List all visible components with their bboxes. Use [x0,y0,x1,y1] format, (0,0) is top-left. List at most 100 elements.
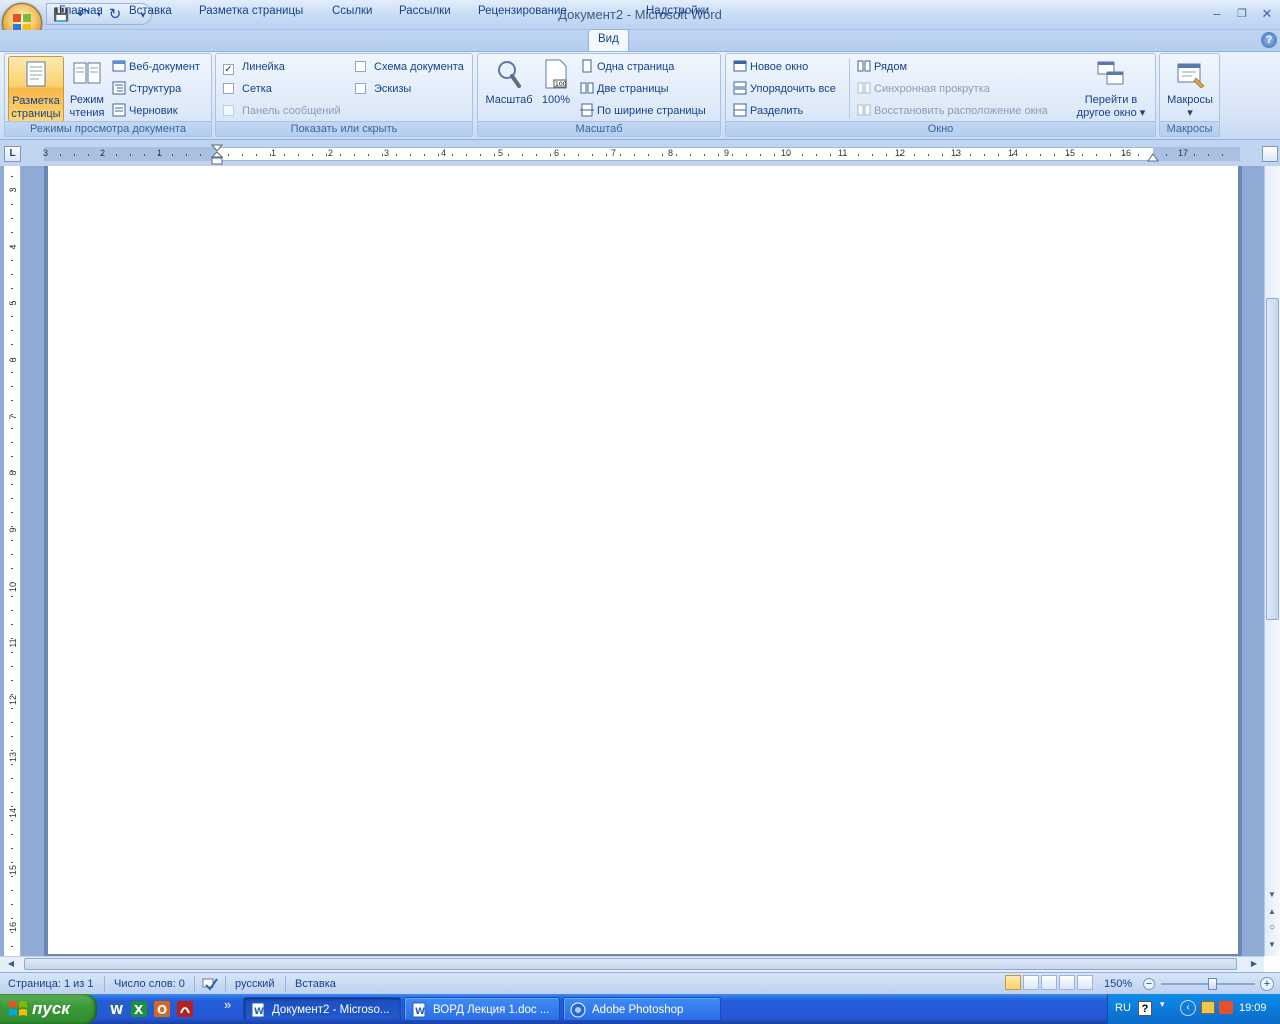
group-window: Новое окно Упорядочить все Разделить Ряд… [725,53,1156,137]
show-hidden-icons-icon[interactable]: ‹ [1180,1000,1196,1016]
tab-references[interactable]: Ссылки [323,2,382,22]
reading-mode-button[interactable]: Режим чтения [65,56,109,122]
horizontal-ruler[interactable] [44,147,1240,161]
new-window-button[interactable]: Новое окно [733,58,808,76]
ruler-tick [872,154,873,156]
ruler-tick [144,154,145,156]
vertical-ruler[interactable] [4,166,21,956]
web-layout-button[interactable]: Веб-документ [112,58,200,76]
reset-window-position-label: Восстановить расположение окна [874,105,1048,117]
page-width-button[interactable]: По ширине страницы [580,102,706,120]
tab-addins[interactable]: Надстройки [637,2,718,22]
ruler-tick [648,154,649,156]
clock[interactable]: 19:09 [1239,1002,1267,1014]
doc-map-checkbox[interactable]: Схема документа [355,58,464,76]
scroll-down-arrow-icon[interactable]: ▼ [1265,890,1279,899]
word-launch-icon[interactable]: W [107,1000,125,1018]
zoom-level[interactable]: 150% [1104,976,1132,992]
page-layout-button[interactable]: Разметка страницы [8,56,64,122]
taskbar-item-word-doc2[interactable]: W Документ2 - Microso... [243,997,401,1021]
zoom-button[interactable]: Масштаб [481,56,537,122]
spelling-check-icon[interactable] [201,976,219,992]
zoom-out-button[interactable]: − [1143,978,1155,990]
svg-text:100: 100 [555,81,567,88]
outlook-launch-icon[interactable]: O [153,1000,171,1018]
right-indent-marker-icon[interactable] [1147,150,1159,162]
side-by-side-button[interactable]: Рядом [857,58,907,76]
ruler-tick [284,154,285,156]
language-bar[interactable]: RU [1115,1002,1131,1014]
insert-mode-indicator[interactable]: Вставка [295,976,336,992]
folder-tray-icon[interactable] [1201,1001,1215,1014]
tab-insert[interactable]: Вставка [120,2,181,22]
draft-icon [112,103,126,117]
draft-button[interactable]: Черновик [112,102,178,120]
ruler-tick [1110,154,1111,156]
help-tray-icon[interactable]: ? [1138,1001,1152,1016]
split-button[interactable]: Разделить [733,102,803,120]
word-count[interactable]: Число слов: 0 [114,976,185,992]
indent-marker-icon[interactable] [211,144,223,166]
new-window-label: Новое окно [750,61,809,73]
tab-view[interactable]: Вид [588,29,629,52]
tab-home[interactable]: Главная [50,2,112,22]
browse-object-icon[interactable]: ○ [1265,922,1279,933]
zoom-in-button[interactable]: + [1260,977,1274,991]
network-tray-icon[interactable]: ▾ [1160,999,1165,1010]
close-button[interactable]: ✕ [1256,5,1278,23]
next-page-icon[interactable]: ▼ [1265,940,1279,949]
taskbar-item-label: Документ2 - Microso... [272,1004,390,1016]
tab-selector[interactable]: L [4,146,21,162]
acrobat-launch-icon[interactable] [176,1000,194,1018]
ruler-tick [1054,154,1055,156]
tab-page-layout[interactable]: Разметка страницы [190,2,312,22]
arrange-all-button[interactable]: Упорядочить все [733,80,836,98]
excel-launch-icon[interactable]: X [130,1000,148,1018]
view-print-layout-button[interactable] [1005,975,1021,990]
macros-button[interactable]: Макросы ▾ [1162,56,1218,122]
view-outline-button[interactable] [1059,975,1075,990]
switch-window-button[interactable]: Перейти в другое окно ▾ [1071,56,1151,122]
taskbar-item-photoshop[interactable]: Adobe Photoshop [563,997,721,1021]
ruler-number: 2 [100,148,106,158]
outline-button[interactable]: Структура [112,80,181,98]
ruler-tick [662,154,663,156]
view-ruler-button[interactable] [1262,146,1278,162]
two-pages-button[interactable]: Две страницы [580,80,669,98]
document-page[interactable] [48,166,1238,954]
horizontal-scroll-thumb[interactable] [24,958,1237,970]
zoom-slider-thumb[interactable] [1208,978,1217,990]
ruler-tick [158,154,159,156]
reading-mode-label: Режим чтения [69,94,105,119]
vertical-scroll-thumb[interactable] [1266,298,1279,620]
zoom-100-button[interactable]: 100 100% [538,56,574,122]
scroll-left-arrow-icon[interactable]: ◀ [4,959,18,968]
maximize-button[interactable]: ❐ [1231,5,1253,23]
view-full-screen-reading-button[interactable] [1023,975,1039,990]
one-page-button[interactable]: Одна страница [580,58,674,76]
view-web-layout-button[interactable] [1041,975,1057,990]
grid-checkbox[interactable]: Сетка [223,80,272,98]
macros-icon [1177,63,1205,89]
help-button[interactable]: ? [1261,32,1277,48]
reset-window-position-button[interactable]: Восстановить расположение окна [857,102,1048,120]
ruler-number: 6 [554,148,560,158]
tab-review[interactable]: Рецензирование [469,2,576,22]
tab-mailings[interactable]: Рассылки [390,2,460,22]
minimize-button[interactable]: – [1206,5,1228,23]
language-indicator[interactable]: русский [235,976,274,992]
ruler-checkbox[interactable]: ✓ Линейка [223,58,285,76]
thumbnails-checkbox[interactable]: Эскизы [355,80,411,98]
message-bar-checkbox[interactable]: Панель сообщений [223,102,341,120]
scroll-right-arrow-icon[interactable]: ▶ [1247,959,1261,968]
previous-page-icon[interactable]: ▲ [1265,907,1279,916]
sync-scroll-button[interactable]: Синхронная прокрутка [857,80,990,98]
ruler-tick [1040,154,1041,156]
taskbar-item-word-lecture[interactable]: W ВОРД Лекция 1.doc ... [404,997,560,1021]
security-tray-icon[interactable] [1219,1001,1233,1014]
quicklaunch-more-icon[interactable]: » [224,997,231,1012]
view-draft-button[interactable] [1077,975,1093,990]
ruler-tick [11,540,13,541]
ruler-number: 13 [951,148,962,158]
page-count[interactable]: Страница: 1 из 1 [8,976,94,992]
